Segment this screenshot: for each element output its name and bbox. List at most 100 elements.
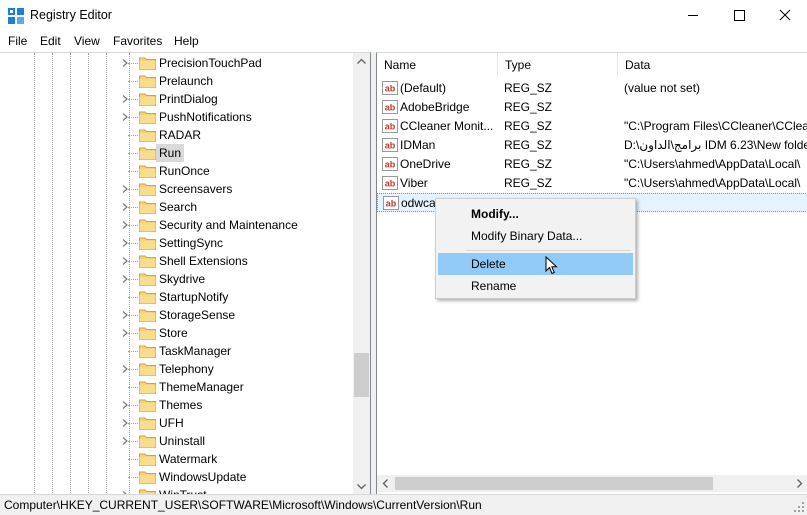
menu-view[interactable]: View xyxy=(74,34,100,48)
chevron-right-icon[interactable] xyxy=(121,310,129,320)
menu-item-modify-binary[interactable]: Modify Binary Data... xyxy=(438,225,633,247)
tree-connector xyxy=(128,315,138,316)
scroll-up-icon[interactable] xyxy=(353,53,370,70)
column-header-data[interactable]: Data xyxy=(618,53,807,77)
value-row[interactable]: ab Viber REG_SZ "C:\Users\ahmed\AppData\Loc… xyxy=(377,174,807,193)
chevron-right-icon[interactable] xyxy=(121,400,129,410)
tree-item[interactable]: RADAR xyxy=(0,126,352,144)
tree-item[interactable]: StartupNotify xyxy=(0,288,352,306)
tree-item-label: Store xyxy=(159,326,188,340)
menu-edit[interactable]: Edit xyxy=(40,34,61,48)
string-value-icon: ab xyxy=(382,81,398,95)
tree-vertical-scrollbar[interactable] xyxy=(353,53,370,494)
tree-item[interactable]: Security and Maintenance xyxy=(0,216,352,234)
chevron-right-icon[interactable] xyxy=(121,418,129,428)
tree-item-label: StartupNotify xyxy=(159,290,229,304)
svg-text:ab: ab xyxy=(385,141,396,151)
folder-icon xyxy=(139,129,156,142)
value-row[interactable]: ab CCleaner Monit... REG_SZ "C:\Program Fil… xyxy=(377,117,807,136)
tree-connector xyxy=(128,135,138,136)
value-data: "C:\Users\ahmed\AppData\Local\ xyxy=(624,176,801,190)
chevron-right-icon[interactable] xyxy=(121,328,129,338)
value-row[interactable]: ab (Default) REG_SZ (value not set) xyxy=(377,79,807,98)
chevron-right-icon[interactable] xyxy=(121,58,129,68)
folder-icon xyxy=(139,363,156,376)
tree-item[interactable]: Themes xyxy=(0,396,352,414)
tree-item[interactable]: SettingSync xyxy=(0,234,352,252)
svg-text:ab: ab xyxy=(385,84,396,94)
chevron-right-icon[interactable] xyxy=(121,94,129,104)
column-header-type[interactable]: Type xyxy=(498,53,618,77)
scroll-right-icon[interactable] xyxy=(791,475,807,492)
tree-item[interactable]: PrintDialog xyxy=(0,90,352,108)
tree-item[interactable]: UFH xyxy=(0,414,352,432)
chevron-right-icon[interactable] xyxy=(121,220,129,230)
folder-icon xyxy=(139,165,156,178)
tree-item[interactable]: Uninstall xyxy=(0,432,352,450)
chevron-right-icon[interactable] xyxy=(121,364,129,374)
tree-item[interactable]: ThemeManager xyxy=(0,378,352,396)
chevron-right-icon[interactable] xyxy=(121,112,129,122)
tree-item[interactable]: PushNotifications xyxy=(0,108,352,126)
tree-item-label: Uninstall xyxy=(159,434,206,448)
minimize-button[interactable] xyxy=(670,0,716,31)
menu-item-modify[interactable]: Modify... xyxy=(438,203,633,225)
chevron-right-icon[interactable] xyxy=(121,436,129,446)
tree-scroll-thumb[interactable] xyxy=(354,353,369,397)
maximize-button[interactable] xyxy=(716,0,762,31)
tree-item[interactable]: StorageSense xyxy=(0,306,352,324)
value-row[interactable]: ab OneDrive REG_SZ "C:\Users\ahmed\AppData\… xyxy=(377,155,807,174)
string-value-icon: ab xyxy=(382,176,398,190)
folder-icon xyxy=(139,453,156,466)
value-type: REG_SZ xyxy=(504,138,553,152)
value-row[interactable]: ab IDMan REG_SZ D:\برامج\الداون IDM 6.23\Ne… xyxy=(377,136,807,155)
tree-item-label: Run xyxy=(156,144,185,162)
tree-item[interactable]: Skydrive xyxy=(0,270,352,288)
menu-favorites[interactable]: Favorites xyxy=(113,34,162,48)
scroll-left-icon[interactable] xyxy=(377,475,394,492)
key-tree[interactable]: PrecisionTouchPad Prelaunch PrintDialog Pus… xyxy=(0,52,371,494)
tree-item[interactable]: Prelaunch xyxy=(0,72,352,90)
tree-item-label: SettingSync xyxy=(159,236,224,250)
tree-item[interactable]: Run xyxy=(0,144,352,162)
value-name: AdobeBridge xyxy=(400,100,470,114)
tree-item[interactable]: Search xyxy=(0,198,352,216)
folder-icon xyxy=(139,111,156,124)
tree-connector xyxy=(128,153,138,154)
chevron-right-icon[interactable] xyxy=(121,184,129,194)
folder-icon xyxy=(139,93,156,106)
chevron-right-icon[interactable] xyxy=(121,256,129,266)
value-type: REG_SZ xyxy=(504,176,553,190)
tree-connector xyxy=(128,351,138,352)
tree-item[interactable]: RunOnce xyxy=(0,162,352,180)
tree-item[interactable]: WindowsUpdate xyxy=(0,468,352,486)
tree-item[interactable]: Watermark xyxy=(0,450,352,468)
tree-item[interactable]: Screensavers xyxy=(0,180,352,198)
folder-icon xyxy=(139,183,156,196)
value-row[interactable]: ab AdobeBridge REG_SZ xyxy=(377,98,807,117)
resize-grip-icon[interactable] xyxy=(793,501,805,513)
chevron-right-icon[interactable] xyxy=(121,202,129,212)
tree-item[interactable]: Telephony xyxy=(0,360,352,378)
folder-icon xyxy=(139,399,156,412)
close-button[interactable] xyxy=(762,0,807,31)
tree-connector xyxy=(128,261,138,262)
folder-icon xyxy=(139,435,156,448)
tree-item[interactable]: Store xyxy=(0,324,352,342)
chevron-right-icon[interactable] xyxy=(121,274,129,284)
menu-help[interactable]: Help xyxy=(174,34,199,48)
menu-file[interactable]: File xyxy=(8,34,27,48)
column-header-name[interactable]: Name xyxy=(377,53,498,77)
menu-item-rename[interactable]: Rename xyxy=(438,275,633,297)
tree-item[interactable]: PrecisionTouchPad xyxy=(0,54,352,72)
tree-item[interactable]: Shell Extensions xyxy=(0,252,352,270)
list-scroll-thumb[interactable] xyxy=(395,477,713,490)
menu-item-delete[interactable]: Delete xyxy=(438,253,633,275)
tree-item[interactable]: WinTrust xyxy=(0,486,352,494)
tree-connector xyxy=(128,81,138,82)
scroll-down-icon[interactable] xyxy=(353,478,370,494)
chevron-right-icon[interactable] xyxy=(121,238,129,248)
svg-text:ab: ab xyxy=(386,199,397,209)
tree-item[interactable]: TaskManager xyxy=(0,342,352,360)
list-horizontal-scrollbar[interactable] xyxy=(377,475,807,492)
